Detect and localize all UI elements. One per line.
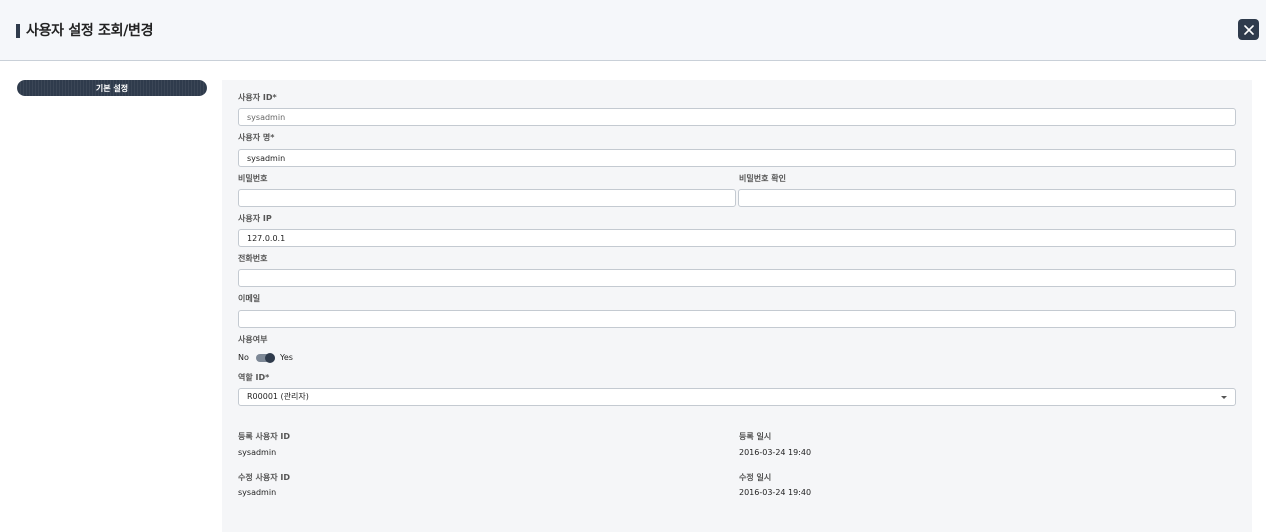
toggle-yes-label: Yes [280,353,293,362]
reg-user-label: 등록 사용자 ID [238,432,290,441]
use-flag-toggle[interactable] [256,353,275,363]
mod-user-label: 수정 사용자 ID [238,473,290,482]
page-title: 사용자 설정 조회/변경 [26,23,154,39]
form-panel [222,80,1252,532]
password-confirm-label: 비밀번호 확인 [739,174,786,183]
role-id-select[interactable]: R00001 (관리자) [238,388,1236,406]
close-button[interactable] [1238,19,1259,40]
role-id-label: 역할 ID* [238,373,270,382]
phone-field[interactable] [238,269,1236,287]
reg-user-value: sysadmin [238,448,277,457]
user-name-field[interactable] [238,149,1236,167]
mod-date-label: 수정 일시 [739,473,772,482]
user-ip-label: 사용자 IP [238,214,272,223]
toggle-knob[interactable] [265,353,275,363]
close-icon [1243,24,1254,35]
user-id-label: 사용자 ID* [238,93,277,102]
chevron-down-icon [1221,396,1227,399]
password-field[interactable] [238,189,736,207]
user-ip-field[interactable] [238,229,1236,247]
use-flag-label: 사용여부 [238,335,268,344]
page-header: 사용자 설정 조회/변경 [0,0,1266,61]
mod-user-value: sysadmin [238,488,277,497]
phone-label: 전화번호 [238,254,268,263]
title-accent-bar [16,24,20,38]
reg-date-value: 2016-03-24 19:40 [739,448,812,457]
toggle-no-label: No [238,353,249,362]
user-name-label: 사용자 명* [238,133,275,142]
email-label: 이메일 [238,294,261,303]
role-id-selected-value: R00001 (관리자) [247,392,309,401]
tab-basic-settings[interactable]: 기본 설정 [17,80,207,96]
password-confirm-field[interactable] [738,189,1236,207]
user-id-field[interactable] [238,108,1236,126]
password-label: 비밀번호 [238,174,268,183]
mod-date-value: 2016-03-24 19:40 [739,488,812,497]
reg-date-label: 등록 일시 [739,432,772,441]
email-field[interactable] [238,310,1236,328]
